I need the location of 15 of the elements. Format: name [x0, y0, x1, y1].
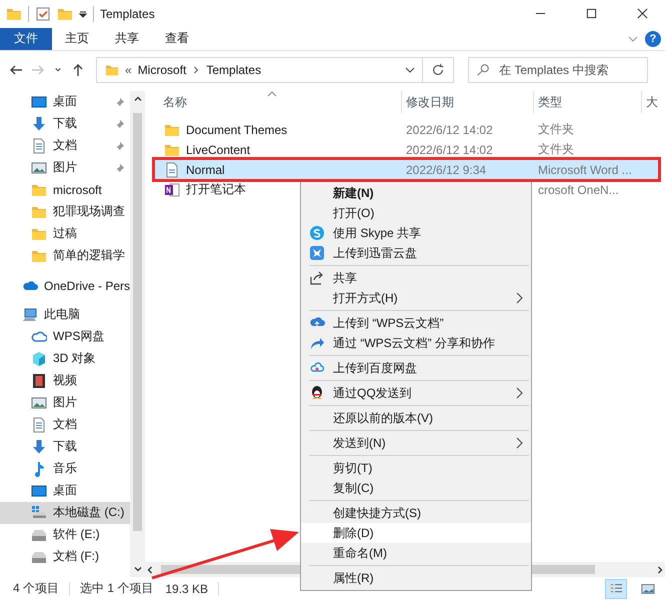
file-name: 打开笔记本 [186, 181, 246, 198]
window-title: Templates [100, 6, 155, 21]
type-text: Microsoft Word ... [538, 162, 632, 177]
selection-size: 19.3 KB [165, 582, 208, 596]
file-name: Normal [186, 162, 225, 177]
date-text: 2022/6/12 14:02 [406, 142, 493, 157]
file-name: Document Themes [186, 122, 288, 137]
item-count: 4 个项目 [13, 580, 60, 598]
type-text: crosoft OneN... [538, 182, 619, 197]
date-text: 2022/6/12 14:02 [406, 122, 493, 137]
date-text: 2022/6/12 9:34 [406, 162, 486, 177]
type-text: 文件夹 [538, 121, 574, 138]
file-name: LiveContent [186, 142, 250, 157]
type-text: 文件夹 [538, 141, 574, 158]
selection-count: 选中 1 个项目 [80, 580, 154, 598]
